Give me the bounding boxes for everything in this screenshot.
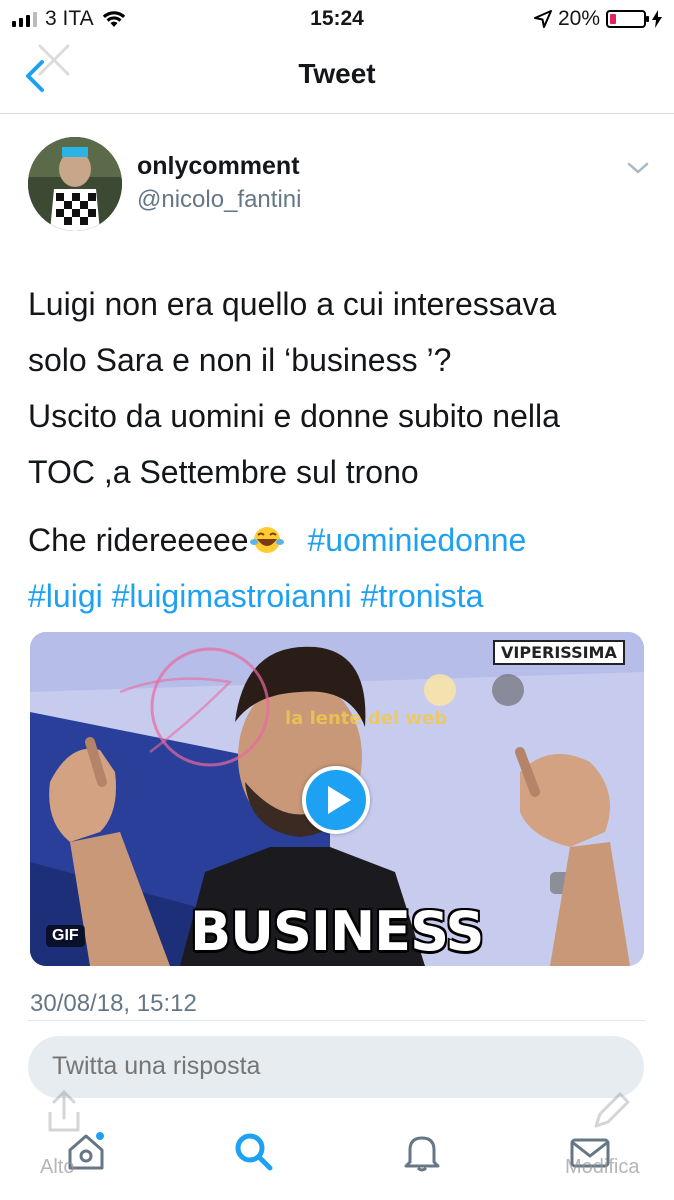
tweet-timestamp: 30/08/18, 15:12 — [30, 990, 197, 1017]
author-handle[interactable]: @nicolo_fantini — [137, 186, 301, 214]
tweet-text-phrase: Che ridereeeee — [28, 522, 249, 558]
tweet-text-line: solo Sara e non il ‘business ’? — [28, 342, 452, 378]
charging-bolt-icon — [652, 10, 662, 28]
tweet-text-line: Uscito da uomini e donne subito nella — [28, 398, 560, 434]
battery-fill — [610, 14, 616, 24]
reply-bar[interactable] — [28, 1036, 644, 1098]
tweet-text-line: TOC ,a Settembre sul trono — [28, 454, 419, 490]
watermark-text: la lente del web — [285, 708, 447, 729]
chevron-down-icon[interactable] — [626, 160, 650, 176]
page-title: Tweet — [298, 58, 376, 89]
bell-icon[interactable] — [398, 1128, 446, 1176]
play-button[interactable] — [302, 766, 370, 834]
gif-watermark: VIPERISSIMA — [493, 640, 625, 665]
overlay-label-right: Modifica — [565, 1156, 640, 1178]
search-icon[interactable] — [230, 1128, 278, 1176]
battery-icon — [606, 10, 649, 28]
hashtag-link[interactable]: #tronista — [361, 578, 484, 614]
laughing-tears-emoji-icon — [249, 527, 284, 553]
play-icon — [328, 786, 351, 814]
share-icon[interactable] — [44, 1088, 84, 1134]
tweet-text-second-paragraph: Che ridereeeee #uominiedonne #luigi #lui… — [28, 512, 658, 624]
author-name[interactable]: onlycomment — [137, 152, 300, 181]
divider — [28, 1020, 646, 1021]
hashtag-link[interactable]: #luigimastroianni — [112, 578, 352, 614]
hashtag-link[interactable]: #luigi — [28, 578, 103, 614]
hashtag-link[interactable]: #uominiedonne — [307, 522, 526, 558]
tab-bar — [0, 1108, 674, 1200]
pencil-icon[interactable] — [588, 1088, 634, 1134]
reply-input[interactable] — [52, 1052, 612, 1081]
status-bar: 3 ITA 15:24 20% — [0, 0, 674, 40]
tweet-text-line: Luigi non era quello a cui interessava — [28, 286, 557, 322]
tweet-text: Luigi non era quello a cui interessava s… — [28, 276, 648, 500]
gif-caption: BUSINESS — [190, 900, 484, 963]
status-right: 20% — [533, 7, 662, 31]
overlay-label-left: Alto — [40, 1156, 75, 1178]
gif-badge: GIF — [46, 925, 85, 947]
location-arrow-icon — [533, 10, 552, 28]
battery-percent: 20% — [557, 7, 600, 30]
nav-bar: Tweet — [0, 40, 674, 114]
avatar[interactable] — [28, 137, 122, 231]
